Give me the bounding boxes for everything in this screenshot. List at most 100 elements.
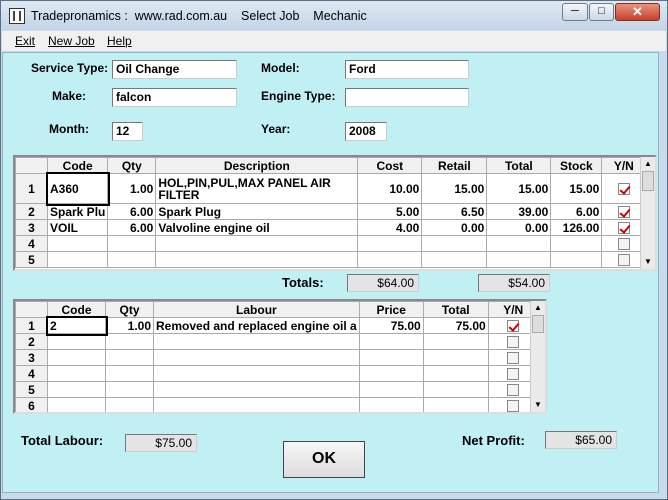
scroll-up-icon[interactable]: ▲ — [641, 157, 655, 171]
checkbox[interactable] — [617, 222, 630, 235]
parts-cell-description[interactable] — [155, 251, 359, 268]
labour-header-labour[interactable]: Labour — [153, 301, 360, 318]
parts-header-stock[interactable]: Stock — [550, 157, 603, 174]
parts-cell-retail[interactable]: 15.00 — [421, 173, 488, 204]
labour-cell-total[interactable] — [422, 349, 489, 366]
labour-row[interactable]: 2 — [15, 333, 539, 350]
parts-scrollbar[interactable]: ▲ ▼ — [640, 157, 655, 269]
labour-cell-total[interactable] — [422, 381, 489, 398]
scroll-thumb[interactable] — [532, 315, 544, 333]
parts-cell-retail[interactable]: 0.00 — [421, 219, 488, 236]
labour-cell-price[interactable] — [358, 365, 424, 382]
year-field[interactable]: 2008 — [345, 122, 387, 141]
parts-header-description[interactable]: Description — [155, 157, 359, 174]
parts-row[interactable]: 3 VOIL 6.00 Valvoline engine oil 4.00 0.00 0.0… — [15, 219, 647, 236]
parts-cell-stock[interactable]: 6.00 — [550, 203, 603, 220]
menu-help[interactable]: Help — [107, 34, 132, 48]
parts-cell-cost[interactable] — [357, 251, 423, 268]
labour-cell-code[interactable] — [47, 333, 106, 350]
labour-cell-code[interactable] — [47, 397, 106, 412]
labour-cell-qty[interactable] — [105, 349, 154, 366]
parts-cell-stock[interactable]: 15.00 — [550, 173, 603, 204]
parts-cell-qty[interactable]: 6.00 — [107, 219, 157, 236]
labour-row[interactable]: 1 2 1.00 Removed and replaced engine oil a7… — [15, 315, 539, 336]
model-field[interactable]: Ford — [345, 60, 469, 79]
labour-cell-total[interactable]: 75.00 — [422, 317, 489, 334]
labour-header-price[interactable]: Price — [358, 301, 424, 318]
parts-cell-description[interactable]: HOL,PIN,PUL,MAX PANEL AIR FILTER — [155, 173, 359, 204]
labour-row[interactable]: 5 — [15, 381, 539, 398]
labour-row[interactable]: 3 — [15, 349, 539, 366]
parts-cell-description[interactable]: Spark Plug — [155, 203, 359, 220]
parts-cell-cost[interactable] — [357, 235, 423, 252]
parts-cell-qty[interactable]: 1.00 — [107, 173, 157, 204]
labour-cell-description[interactable] — [153, 381, 360, 398]
labour-cell-description[interactable]: Removed and replaced engine oil a — [153, 317, 360, 334]
labour-cell-price[interactable] — [358, 333, 424, 350]
parts-cell-retail[interactable] — [421, 235, 488, 252]
checkbox[interactable] — [617, 183, 630, 196]
parts-cell-code[interactable]: A360 — [45, 171, 110, 206]
title-bar[interactable]: Tradepronamics : www.rad.com.au Select J… — [1, 1, 667, 30]
checkbox[interactable] — [507, 384, 520, 397]
ok-button[interactable]: OK — [283, 441, 365, 478]
parts-header-total[interactable]: Total — [486, 157, 552, 174]
labour-header-qty[interactable]: Qty — [105, 301, 154, 318]
scroll-thumb[interactable] — [642, 171, 654, 191]
labour-cell-description[interactable] — [153, 333, 360, 350]
labour-cell-qty[interactable] — [105, 397, 154, 412]
make-field[interactable]: falcon — [112, 88, 237, 107]
labour-header-code[interactable]: Code — [47, 301, 106, 318]
scroll-down-icon[interactable]: ▼ — [531, 398, 545, 412]
parts-row[interactable]: 2 Spark Plu 6.00 Spark Plug 5.00 6.50 39.00 6.0… — [15, 203, 647, 220]
labour-cell-code[interactable] — [47, 349, 106, 366]
parts-cell-stock[interactable] — [550, 251, 603, 268]
parts-cell-retail[interactable] — [421, 251, 488, 268]
parts-header-code[interactable]: Code — [46, 157, 109, 174]
parts-cell-code[interactable] — [46, 235, 109, 252]
parts-cell-code[interactable]: Spark Plu — [46, 203, 109, 220]
labour-cell-description[interactable] — [153, 349, 360, 366]
checkbox[interactable] — [507, 352, 520, 365]
labour-cell-description[interactable] — [153, 365, 360, 382]
parts-cell-total[interactable]: 39.00 — [486, 203, 552, 220]
labour-cell-description[interactable] — [153, 397, 360, 412]
parts-row[interactable]: 1 A360 1.00 HOL,PIN,PUL,MAX PANEL AIR FILTE… — [15, 171, 647, 206]
labour-cell-price[interactable] — [358, 381, 424, 398]
checkbox[interactable] — [617, 254, 630, 267]
scroll-up-icon[interactable]: ▲ — [531, 301, 545, 315]
labour-cell-qty[interactable] — [105, 333, 154, 350]
checkbox[interactable] — [507, 320, 520, 333]
labour-row[interactable]: 6 — [15, 397, 539, 412]
parts-cell-retail[interactable]: 6.50 — [421, 203, 488, 220]
checkbox[interactable] — [507, 400, 520, 412]
parts-row[interactable]: 5 — [15, 251, 647, 268]
labour-cell-total[interactable] — [422, 333, 489, 350]
menu-new-job[interactable]: New Job — [48, 34, 95, 48]
parts-header-retail[interactable]: Retail — [421, 157, 488, 174]
service-type-field[interactable]: Oil Change — [112, 60, 237, 79]
parts-cell-code[interactable] — [46, 251, 109, 268]
parts-cell-cost[interactable]: 5.00 — [357, 203, 423, 220]
parts-cell-total[interactable]: 0.00 — [486, 219, 552, 236]
month-field[interactable]: 12 — [112, 122, 143, 141]
engine-type-field[interactable] — [345, 88, 469, 107]
labour-cell-code[interactable]: 2 — [45, 315, 108, 336]
parts-cell-qty[interactable] — [107, 251, 157, 268]
parts-cell-description[interactable] — [155, 235, 359, 252]
parts-row[interactable]: 4 — [15, 235, 647, 252]
labour-scrollbar[interactable]: ▲ ▼ — [530, 301, 545, 412]
labour-header-total[interactable]: Total — [422, 301, 489, 318]
labour-cell-price[interactable] — [358, 349, 424, 366]
checkbox[interactable] — [617, 238, 630, 251]
labour-cell-price[interactable] — [358, 397, 424, 412]
parts-cell-qty[interactable] — [107, 235, 157, 252]
menu-exit[interactable]: Exit — [15, 34, 35, 48]
labour-row[interactable]: 4 — [15, 365, 539, 382]
checkbox[interactable] — [507, 336, 520, 349]
parts-cell-description[interactable]: Valvoline engine oil — [155, 219, 359, 236]
parts-header-qty[interactable]: Qty — [107, 157, 157, 174]
labour-cell-code[interactable] — [47, 365, 106, 382]
parts-cell-code[interactable]: VOIL — [46, 219, 109, 236]
labour-cell-qty[interactable] — [105, 365, 154, 382]
